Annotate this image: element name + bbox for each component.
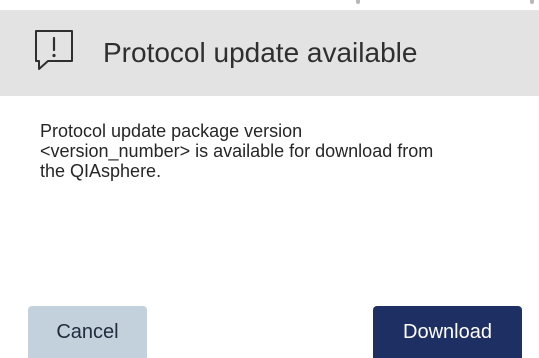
cancel-button[interactable]: Cancel — [28, 306, 147, 358]
protocol-update-dialog: Protocol update available Protocol updat… — [0, 10, 539, 358]
download-button-label: Download — [403, 320, 492, 343]
background-fragment — [356, 0, 360, 4]
dialog-title: Protocol update available — [103, 37, 418, 68]
background-fragment — [530, 0, 534, 4]
speech-bubble-exclamation-icon — [32, 29, 76, 77]
download-button[interactable]: Download — [373, 306, 522, 358]
cancel-button-label: Cancel — [56, 320, 119, 343]
background-window-edge — [0, 0, 539, 10]
dialog-header: Protocol update available — [0, 10, 539, 96]
dialog-message: Protocol update package version <version… — [40, 121, 434, 181]
